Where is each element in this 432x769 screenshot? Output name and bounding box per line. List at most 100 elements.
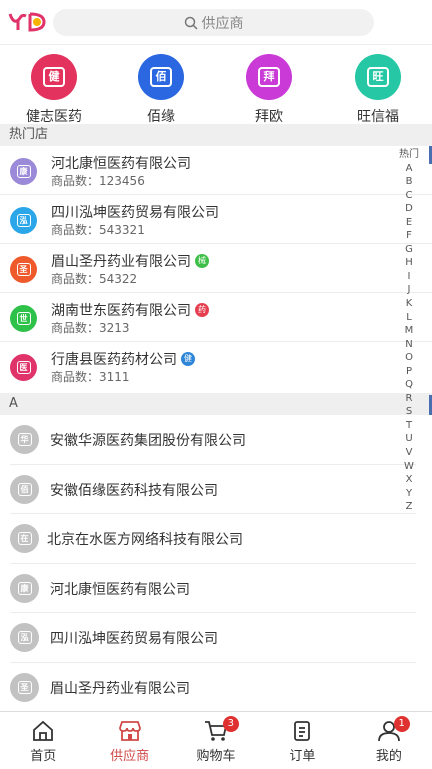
shop-glyph: 圣 (16, 263, 31, 276)
index-letter[interactable]: A (393, 162, 425, 176)
shop-avatar: 在 (10, 524, 39, 553)
count-label: 商品数： (51, 272, 100, 286)
search-bar[interactable]: 供应商 (53, 9, 374, 36)
shop-glyph: 泓 (16, 214, 31, 227)
shop-glyph: 佰 (17, 482, 32, 496)
shop-name: 湖南世东医药有限公司 (51, 303, 191, 319)
shop-name: 北京在水医方网络科技有限公司 (47, 532, 243, 548)
app-logo (8, 12, 46, 32)
search-placeholder: 供应商 (201, 15, 244, 32)
tab-home[interactable]: 首页 (0, 712, 86, 769)
index-letter[interactable]: V (393, 446, 425, 460)
alpha-shop-list: 华 安徽华源医药集团股份有限公司 佰 安徽佰缘医药科技有限公司 在 北京在水医方… (0, 415, 432, 712)
count-label: 商品数： (51, 223, 100, 237)
featured-item-baiyuan[interactable]: 佰 佰缘 (116, 54, 206, 126)
index-letter[interactable]: G (393, 243, 425, 257)
home-icon (33, 720, 54, 741)
featured-item-wangxinfu[interactable]: 旺 旺信福 (333, 54, 423, 126)
shop-name: 四川泓坤医药贸易有限公司 (51, 205, 219, 221)
shop-glyph: 在 (17, 532, 32, 545)
index-letter[interactable]: N (393, 338, 425, 352)
list-item[interactable]: 在 北京在水医方网络科技有限公司 (10, 514, 416, 564)
shop-name: 安徽佰缘医药科技有限公司 (50, 482, 218, 499)
index-letter[interactable]: K (393, 297, 425, 311)
featured-label: 拜欧 (255, 109, 283, 125)
list-item[interactable]: 圣 眉山圣丹药业有限公司械 商品数：54322 (0, 244, 432, 293)
list-item[interactable]: 世 湖南世东医药有限公司药 商品数：3213 (0, 293, 432, 342)
index-letter[interactable]: Q (393, 378, 425, 392)
list-item[interactable]: 医 行唐县医药药材公司健 商品数：3111 (0, 342, 432, 391)
tab-me[interactable]: 我的 1 (346, 712, 432, 769)
shop-name: 行唐县医药药材公司 (51, 352, 177, 368)
product-count: 3213 (99, 321, 130, 335)
list-item[interactable]: 康 河北康恒医药有限公司 (10, 564, 416, 613)
tab-label: 首页 (30, 749, 57, 764)
tab-suppliers[interactable]: 供应商 (86, 712, 172, 769)
featured-item-baiou[interactable]: 拜 拜欧 (224, 54, 314, 126)
tab-label: 我的 (375, 749, 402, 764)
index-letter[interactable]: J (393, 283, 425, 297)
shop-glyph: 华 (17, 433, 32, 446)
shop-avatar: 康 (10, 573, 39, 603)
index-letter[interactable]: W (393, 460, 425, 474)
featured-logo: 佰 (138, 54, 184, 100)
list-item[interactable]: 泓 四川泓坤医药贸易有限公司 商品数：543321 (0, 195, 432, 244)
shop-icon (118, 721, 141, 741)
featured-glyph: 佰 (150, 67, 172, 87)
index-letter[interactable]: T (393, 419, 425, 433)
tab-orders[interactable]: 订单 (259, 712, 345, 769)
index-letter[interactable]: D (393, 202, 425, 216)
index-letter[interactable]: O (393, 351, 425, 365)
index-letter[interactable]: P (393, 365, 425, 379)
shop-glyph: 医 (16, 361, 31, 374)
list-item[interactable]: 佰 安徽佰缘医药科技有限公司 (10, 465, 416, 514)
tab-cart[interactable]: 购物车 3 (173, 712, 259, 769)
index-letter[interactable]: 热门 (393, 148, 425, 162)
category-badge: 健 (181, 352, 195, 366)
bottom-tab-bar: 首页 供应商 购物车 3 订单 我的 1 (0, 711, 432, 769)
shop-glyph: 康 (16, 165, 31, 178)
index-letter[interactable]: H (393, 256, 425, 270)
tab-label: 购物车 (196, 749, 236, 764)
count-label: 商品数： (51, 370, 100, 384)
index-letter[interactable]: S (393, 405, 425, 419)
shop-name: 四川泓坤医药贸易有限公司 (50, 631, 218, 647)
count-label: 商品数： (51, 321, 100, 335)
shop-name: 眉山圣丹药业有限公司 (50, 680, 190, 697)
index-letter[interactable]: B (393, 175, 425, 189)
index-letter[interactable]: E (393, 216, 425, 230)
alphabet-index[interactable]: 热门 A B C D E F G H I J K L M N O P Q R S T U V W X Y Z (393, 148, 425, 514)
header: 供应商 (0, 0, 432, 44)
featured-item-jianzhi[interactable]: 健 健志医药 (9, 54, 99, 126)
shop-avatar: 圣 (10, 672, 39, 702)
index-letter[interactable]: X (393, 473, 425, 487)
featured-glyph: 健 (43, 67, 65, 87)
product-count: 123456 (99, 174, 145, 188)
index-letter[interactable]: C (393, 189, 425, 203)
list-item[interactable]: 康 河北康恒医药有限公司 商品数：123456 (0, 146, 432, 195)
index-letter[interactable]: L (393, 311, 425, 325)
shop-glyph: 康 (17, 581, 32, 595)
list-item[interactable]: 圣 眉山圣丹药业有限公司 (10, 663, 416, 713)
product-count: 543321 (99, 223, 145, 237)
featured-label: 旺信福 (357, 109, 399, 125)
section-header-hot: 热门店 (0, 124, 432, 146)
list-item[interactable]: 华 安徽华源医药集团股份有限公司 (10, 415, 416, 465)
shop-name: 眉山圣丹药业有限公司 (51, 254, 191, 270)
index-letter[interactable]: F (393, 229, 425, 243)
index-letter[interactable]: R (393, 392, 425, 406)
shop-name: 安徽华源医药集团股份有限公司 (50, 433, 246, 449)
shop-avatar: 世 (10, 305, 37, 332)
product-count: 54322 (99, 272, 138, 286)
index-letter[interactable]: Z (393, 500, 425, 514)
index-letter[interactable]: Y (393, 487, 425, 501)
list-item[interactable]: 泓 四川泓坤医药贸易有限公司 (10, 613, 416, 663)
featured-glyph: 拜 (258, 67, 280, 87)
shop-glyph: 圣 (17, 680, 32, 694)
shop-avatar: 康 (10, 158, 37, 185)
shop-avatar: 泓 (10, 623, 39, 652)
index-letter[interactable]: I (393, 270, 425, 284)
index-letter[interactable]: M (393, 324, 425, 338)
featured-suppliers: 健 健志医药 佰 佰缘 拜 拜欧 旺 旺信福 (0, 44, 432, 125)
index-letter[interactable]: U (393, 432, 425, 446)
